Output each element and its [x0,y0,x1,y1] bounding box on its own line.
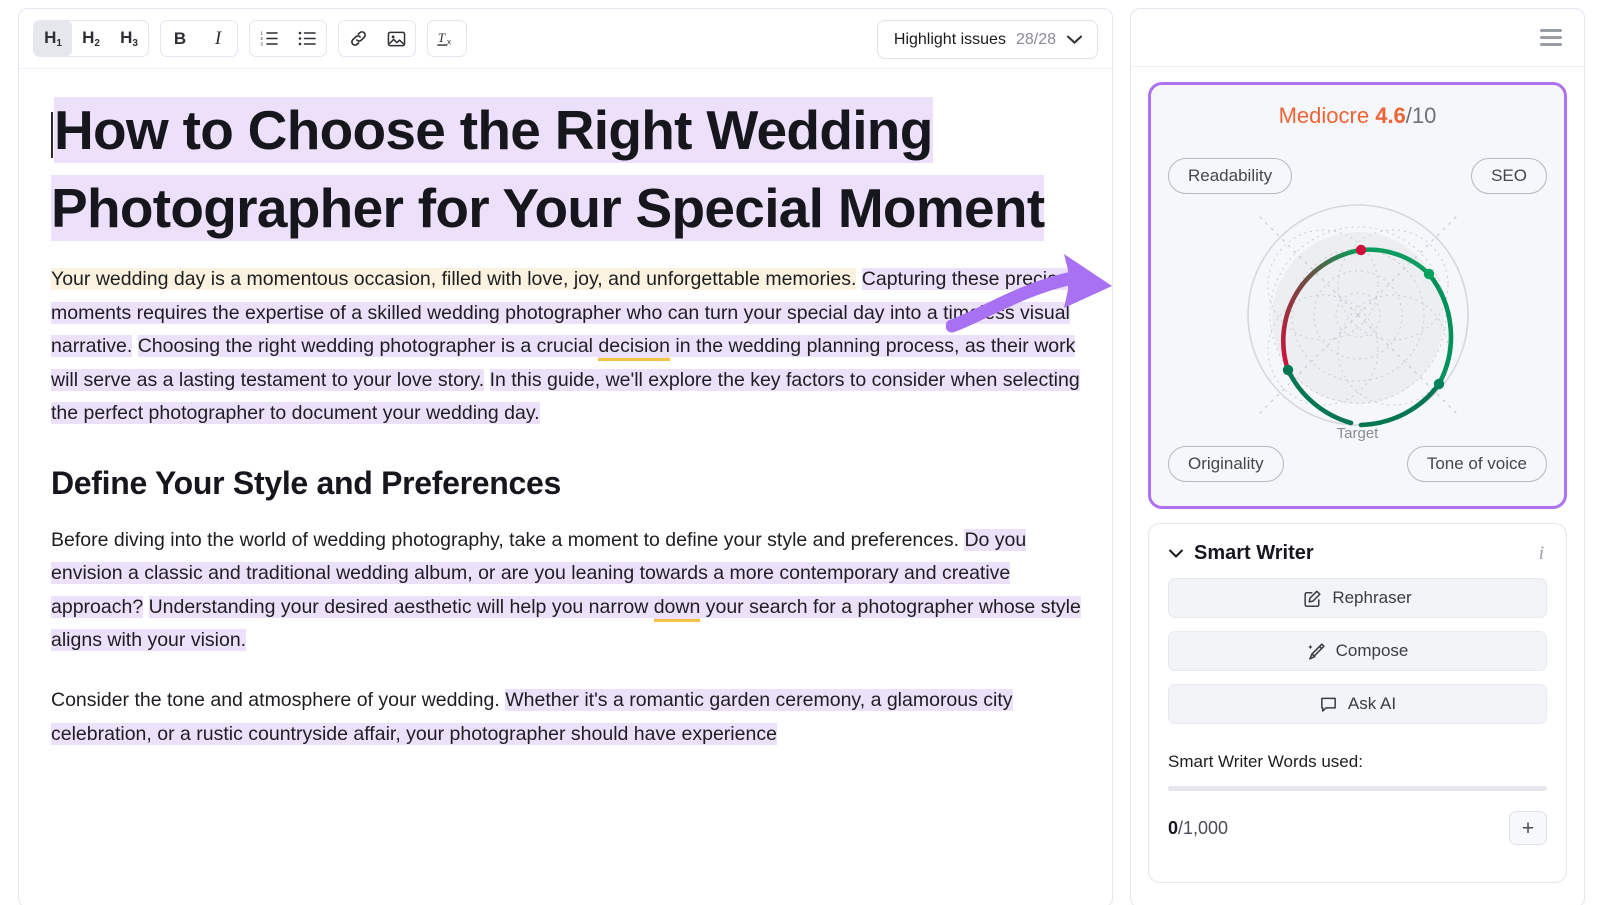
p1-seg-purple-b-pre: Choosing the right wedding photographer … [138,335,599,357]
edit-square-icon [1303,589,1322,608]
paragraph-1[interactable]: Your wedding day is a momentous occasion… [51,263,1082,431]
radar-target-label: Target [1337,425,1379,442]
metric-pill-readability[interactable]: Readability [1168,158,1292,194]
svg-text:3: 3 [260,42,263,47]
rephraser-label: Rephraser [1332,588,1411,608]
info-icon[interactable]: i [1536,543,1547,565]
heading-group: H1 H2 H3 [33,20,149,57]
rephraser-button[interactable]: Rephraser [1168,578,1547,618]
add-words-button[interactable]: + [1509,811,1547,845]
p1-issue-decision[interactable]: decision [598,335,670,361]
chevron-down-icon[interactable] [1168,548,1184,559]
clear-format-group: T x [427,20,467,57]
p2-issue-down[interactable]: down [654,596,701,622]
h2-label: H [82,28,94,47]
words-used-count: 0/1,000 [1168,818,1228,839]
insert-group [338,20,416,57]
link-icon [349,29,368,48]
list-group: 1 2 3 [249,20,327,57]
p2-plain: Before diving into the world of wedding … [51,529,959,551]
compose-button[interactable]: Compose [1168,631,1547,671]
link-button[interactable] [339,21,377,56]
words-total-value: /1,000 [1178,818,1228,838]
h1-sub: 1 [56,38,62,49]
image-button[interactable] [377,21,415,56]
p1-seg-cream: Your wedding day is a momentous occasion… [51,268,856,290]
h3-sub: 3 [132,38,138,49]
chevron-down-icon [1066,34,1083,45]
score-radar-chart [1233,190,1483,445]
highlight-issues-dropdown[interactable]: Highlight issues 28/28 [877,20,1098,59]
clear-format-icon: T x [436,29,458,48]
overall-score: Mediocre 4.6/10 [1151,85,1564,129]
words-used-value: 0 [1168,818,1178,838]
ordered-list-button[interactable]: 1 2 3 [250,21,288,56]
text-caret [51,112,53,158]
compose-label: Compose [1336,641,1409,661]
p3-plain: Consider the tone and atmosphere of your… [51,689,500,711]
svg-text:T: T [438,30,446,45]
ask-ai-button[interactable]: Ask AI [1168,684,1547,724]
svg-text:1: 1 [260,31,263,36]
metric-pill-seo[interactable]: SEO [1471,158,1547,194]
section-heading-1[interactable]: Define Your Style and Preferences [51,465,1082,502]
paragraph-2[interactable]: Before diving into the world of wedding … [51,524,1082,658]
smart-writer-words-label: Smart Writer Words used: [1168,752,1547,772]
p2-seg-purple-b-pre: Understanding your desired aesthetic wil… [149,596,654,618]
score-verdict: Mediocre [1279,103,1369,128]
clear-format-button[interactable]: T x [428,21,466,56]
highlight-issues-label: Highlight issues [894,31,1006,49]
hamburger-menu-icon[interactable] [1540,29,1562,46]
title-line-1: How to Choose the Right [54,97,706,163]
text-style-group: B I [160,20,238,57]
ask-ai-label: Ask AI [1348,694,1396,714]
h2-button[interactable]: H2 [72,21,110,56]
bold-button[interactable]: B [161,21,199,56]
bold-label: B [174,29,186,49]
app-root: H1 H2 H3 B I [0,0,1600,905]
words-progress-bar [1168,786,1547,791]
content-score-card: Mediocre 4.6/10 Readability SEO Original… [1148,82,1567,509]
italic-label: I [215,28,221,50]
h3-label: H [120,28,132,47]
h1-button[interactable]: H1 [34,21,72,56]
score-value: 4.6 [1375,103,1406,128]
smart-writer-footer: 0/1,000 + [1168,811,1547,845]
editor-panel: H1 H2 H3 B I [18,8,1113,905]
document-title[interactable]: How to Choose the Right Wedding Photogra… [51,91,1082,247]
smart-writer-title: Smart Writer [1194,542,1526,565]
bullet-list-icon [298,30,317,47]
magic-wand-icon [1307,642,1326,661]
metric-pill-tone-of-voice[interactable]: Tone of voice [1407,446,1547,482]
smart-writer-card: Smart Writer i Rephraser [1148,523,1567,883]
chat-bubble-icon [1319,695,1338,714]
insights-panel: Mediocre 4.6/10 Readability SEO Original… [1130,8,1585,905]
smart-writer-header: Smart Writer i [1168,542,1547,565]
paragraph-3[interactable]: Consider the tone and atmosphere of your… [51,684,1082,751]
svg-text:2: 2 [260,36,263,41]
image-icon [387,30,406,48]
score-denominator: /10 [1406,103,1437,128]
editor-toolbar: H1 H2 H3 B I [19,9,1112,69]
italic-button[interactable]: I [199,21,237,56]
document-body[interactable]: How to Choose the Right Wedding Photogra… [19,69,1112,905]
ordered-list-icon: 1 2 3 [260,30,279,47]
metric-pill-originality[interactable]: Originality [1168,446,1284,482]
h3-button[interactable]: H3 [110,21,148,56]
h2-sub: 2 [94,38,100,49]
panel-header [1131,9,1584,67]
highlight-issues-count: 28/28 [1016,31,1056,49]
title-line-3: Special Moment [636,175,1045,241]
svg-text:x: x [447,37,452,46]
bullet-list-button[interactable] [288,21,326,56]
h1-label: H [44,28,56,47]
